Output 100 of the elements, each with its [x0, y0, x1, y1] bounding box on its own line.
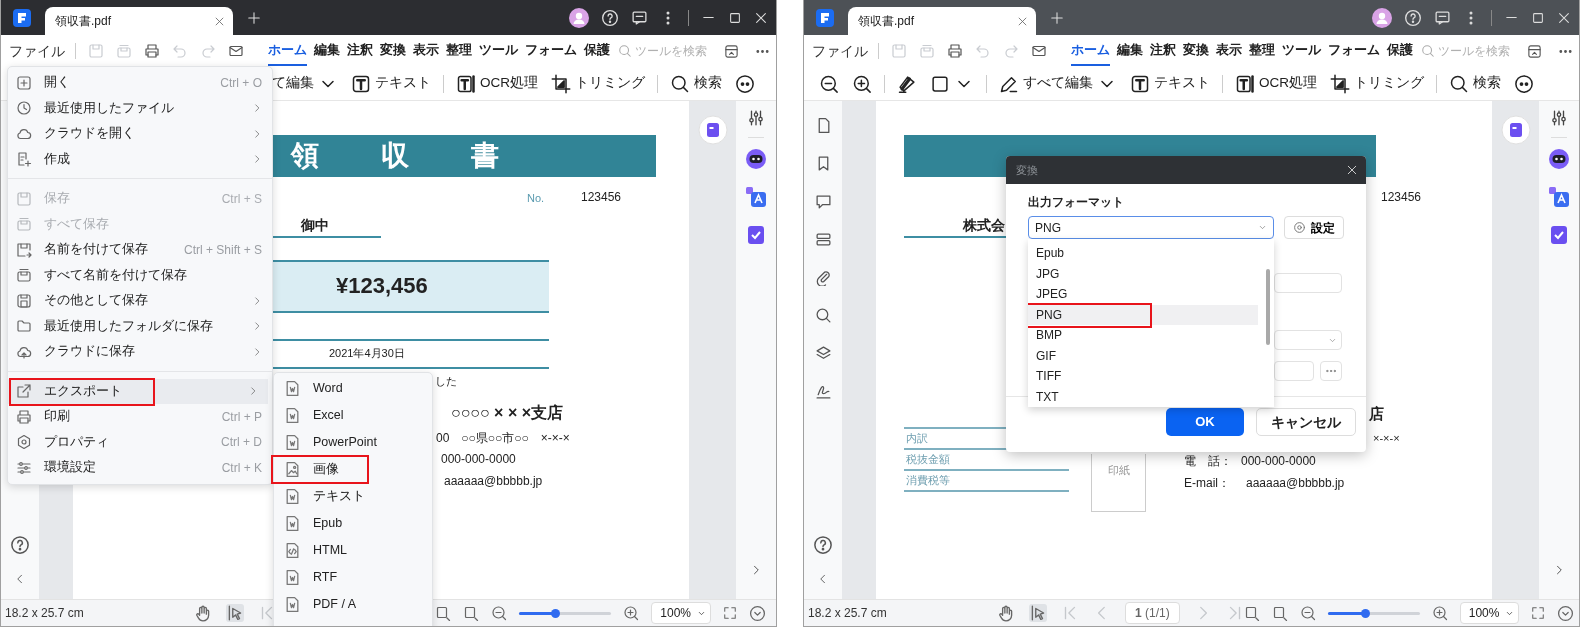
slider-thumb[interactable] [1360, 608, 1370, 618]
translate-icon[interactable] [745, 186, 767, 208]
dropdown-option[interactable]: JPEG [1028, 284, 1258, 305]
menu-tab[interactable]: 編集 [314, 36, 340, 66]
menu-item[interactable]: エクスポート [8, 378, 268, 404]
mail-icon[interactable] [228, 43, 244, 59]
page-number-field[interactable]: 1 (1/1) [1125, 602, 1180, 624]
menu-tab[interactable]: 整理 [446, 36, 472, 66]
text-tool-button[interactable]: テキスト [1129, 71, 1211, 96]
close-icon[interactable] [754, 10, 768, 25]
edit-all-button[interactable]: て編集 [271, 71, 339, 96]
menu-tab[interactable]: 注釈 [347, 36, 373, 66]
scrollbar-thumb[interactable] [1266, 269, 1270, 345]
dropdown-option[interactable]: BMP [1028, 325, 1258, 346]
zoom-slider[interactable] [519, 611, 612, 615]
ok-button[interactable]: OK [1166, 408, 1244, 436]
search-icon[interactable] [814, 307, 832, 324]
dropdown-option[interactable]: Epub [1028, 243, 1258, 264]
search-field[interactable]: ツールを検索 [1438, 42, 1518, 60]
fit-page-icon[interactable] [1531, 606, 1546, 620]
menu-item[interactable]: テキスト [274, 483, 432, 510]
circle-caret-icon[interactable] [749, 604, 766, 622]
menu-item[interactable]: Excel [274, 402, 432, 429]
menu-tab[interactable]: 変換 [380, 36, 406, 66]
hand-icon[interactable] [194, 604, 212, 622]
collapse-icon[interactable] [1527, 43, 1542, 59]
collapse-icon[interactable] [724, 43, 739, 59]
cancel-button[interactable]: キャンセル [1256, 408, 1356, 436]
menu-item[interactable]: クラウドを開く [8, 121, 272, 147]
help-icon[interactable] [10, 535, 30, 555]
menu-tab[interactable]: ツール [1282, 36, 1321, 66]
browse-button[interactable] [1320, 361, 1342, 381]
print-icon[interactable] [144, 43, 160, 59]
signature-icon[interactable] [814, 383, 832, 400]
assistant-icon[interactable] [1548, 148, 1570, 170]
crop-button[interactable]: トリミング [1329, 71, 1425, 96]
edit-all-button[interactable]: すべて編集 [998, 71, 1118, 96]
notes-button[interactable] [1500, 115, 1531, 145]
circle-caret-icon[interactable] [1557, 604, 1575, 622]
file-menu-button[interactable]: ファイル [812, 43, 879, 59]
menu-tab[interactable]: フォーム [1328, 36, 1380, 66]
paperclip-icon[interactable] [814, 269, 832, 286]
zoom-in-icon[interactable] [623, 605, 640, 621]
zoom-out-icon[interactable] [1299, 605, 1316, 621]
menu-item[interactable]: すべて名前を付けて保存 [8, 262, 272, 288]
menu-tab[interactable]: 変換 [1183, 36, 1209, 66]
avatar[interactable] [1372, 7, 1392, 28]
dropdown-option[interactable]: PNG [1028, 304, 1258, 325]
menu-tab[interactable]: 編集 [1117, 36, 1143, 66]
menu-item[interactable]: 名前を付けて保存 Ctrl + Shift + S [8, 237, 272, 263]
menu-item[interactable]: クラウドに保存 [8, 339, 272, 365]
search-field[interactable]: ツールを検索 [635, 42, 715, 60]
zoom-slider[interactable] [1327, 611, 1420, 615]
checklist-icon[interactable] [1548, 224, 1570, 246]
help-icon[interactable] [813, 535, 833, 555]
print-icon[interactable] [947, 43, 963, 59]
select-cursor-icon[interactable] [1029, 604, 1047, 622]
zoom-select[interactable]: 100% [1459, 602, 1520, 624]
input-field[interactable] [1274, 361, 1314, 381]
checklist-icon[interactable] [745, 224, 767, 246]
feedback-icon[interactable] [631, 9, 648, 26]
select-field[interactable] [1274, 330, 1342, 350]
maximize-icon[interactable] [1531, 10, 1545, 25]
menu-tab[interactable]: フォーム [525, 36, 577, 66]
menu-tab[interactable]: 保護 [584, 36, 610, 66]
menu-item[interactable]: 環境設定 Ctrl + K [8, 455, 272, 481]
format-select[interactable]: PNG [1028, 216, 1274, 239]
select-cursor-icon[interactable] [226, 604, 244, 622]
settings-button[interactable]: 設定 [1284, 216, 1344, 239]
dropdown-option[interactable]: JPG [1028, 263, 1258, 284]
feedback-icon[interactable] [1434, 9, 1451, 26]
menu-tab[interactable]: 整理 [1249, 36, 1275, 66]
new-tab-icon[interactable] [247, 11, 261, 26]
menu-item[interactable]: 最近使用したファイル [8, 95, 272, 121]
document-tab[interactable]: 領収書.pdf [45, 7, 233, 35]
comment-icon[interactable] [814, 193, 832, 210]
menu-item[interactable]: 開く Ctrl + O [8, 70, 272, 96]
menu-tab[interactable]: 表示 [413, 36, 439, 66]
menu-tab[interactable]: ホーム [268, 36, 307, 66]
menu-item[interactable]: その他として保存 [8, 288, 272, 314]
menu-item[interactable]: プロパティ Ctrl + D [8, 429, 272, 455]
notes-button[interactable] [697, 115, 728, 145]
filter-sliders-icon[interactable] [747, 109, 765, 127]
search-button[interactable]: 検索 [1448, 71, 1502, 96]
menu-item[interactable]: Word [274, 375, 432, 402]
layers-icon[interactable] [814, 345, 832, 362]
menu-item[interactable]: RTF [274, 564, 432, 591]
assistant-icon[interactable] [745, 148, 767, 170]
mail-icon[interactable] [1031, 43, 1047, 59]
hand-icon[interactable] [997, 604, 1015, 622]
input-field[interactable] [1274, 273, 1342, 293]
menu-item[interactable]: 最近使用したフォルダに保存 [8, 313, 272, 339]
menu-tab[interactable]: 注釈 [1150, 36, 1176, 66]
menu-tab[interactable]: ツール [479, 36, 518, 66]
dropdown-option[interactable]: GIF [1028, 345, 1258, 366]
crop-button[interactable]: トリミング [550, 71, 646, 96]
zoom-select[interactable]: 100% [651, 602, 711, 624]
text-tool-button[interactable]: テキスト [350, 71, 432, 96]
fit-page-icon[interactable] [723, 606, 737, 620]
menu-item[interactable]: 作成 [8, 146, 272, 172]
